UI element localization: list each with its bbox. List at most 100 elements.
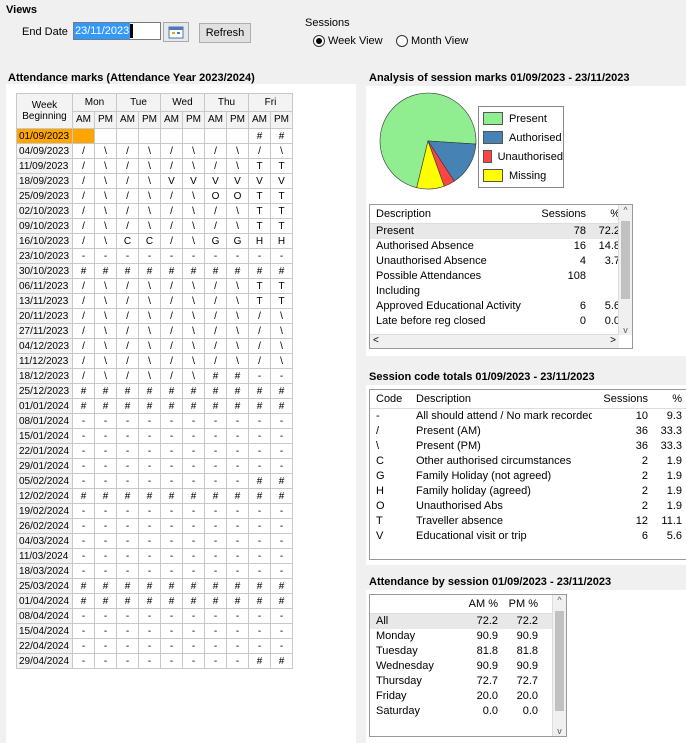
mark-cell[interactable]: # xyxy=(270,128,293,144)
week-beginning-cell[interactable]: 15/04/2024 xyxy=(16,623,73,639)
table-row[interactable]: 18/09/2023/\ / \ V V V V V V xyxy=(16,173,293,189)
mark-cell[interactable]: \ xyxy=(138,308,161,324)
mark-cell[interactable]: / xyxy=(116,203,139,219)
mark-cell[interactable]: V xyxy=(226,173,249,189)
week-beginning-cell[interactable]: 22/04/2024 xyxy=(16,638,73,654)
mark-cell[interactable]: # xyxy=(138,488,161,504)
mark-cell[interactable]: # xyxy=(204,383,227,399)
mark-cell[interactable]: / xyxy=(116,368,139,384)
mark-cell[interactable]: - xyxy=(138,428,161,444)
table-row[interactable]: Unauthorised Absence 4 3.7 xyxy=(370,254,632,269)
mark-cell[interactable]: \ xyxy=(270,338,293,354)
mark-cell[interactable]: / xyxy=(72,143,95,159)
mark-cell[interactable]: - xyxy=(182,563,205,579)
mark-cell[interactable]: # xyxy=(248,128,271,144)
mark-cell[interactable]: - xyxy=(270,623,293,639)
mark-cell[interactable]: / xyxy=(72,308,95,324)
mark-cell[interactable]: # xyxy=(270,488,293,504)
mark-cell[interactable]: - xyxy=(204,413,227,429)
mark-cell[interactable]: - xyxy=(94,653,117,669)
mark-cell[interactable]: \ xyxy=(182,233,205,249)
mark-cell[interactable]: \ xyxy=(94,278,117,294)
table-row[interactable]: 02/10/2023/\ / \ / \ / \ T T xyxy=(16,203,293,219)
mark-cell[interactable]: - xyxy=(226,248,249,264)
mark-cell[interactable]: / xyxy=(204,143,227,159)
mark-cell[interactable]: \ xyxy=(138,278,161,294)
week-view-radio[interactable]: Week View xyxy=(313,35,383,47)
mark-cell[interactable]: # xyxy=(116,383,139,399)
mark-cell[interactable] xyxy=(138,128,161,144)
week-beginning-cell[interactable]: 25/09/2023 xyxy=(16,188,73,204)
mark-cell[interactable]: \ xyxy=(94,188,117,204)
mark-cell[interactable]: - xyxy=(138,443,161,459)
mark-cell[interactable]: # xyxy=(138,593,161,609)
mark-cell[interactable]: - xyxy=(138,653,161,669)
mark-cell[interactable]: # xyxy=(204,593,227,609)
table-row[interactable]: 08/04/2024- - - - - - - - - - xyxy=(16,608,293,624)
mark-cell[interactable]: / xyxy=(72,353,95,369)
mark-cell[interactable]: - xyxy=(248,623,271,639)
mark-cell[interactable]: \ xyxy=(226,278,249,294)
table-row[interactable]: Late before reg closed 0 0.0 xyxy=(370,314,632,329)
mark-cell[interactable]: / xyxy=(160,368,183,384)
mark-cell[interactable]: / xyxy=(116,338,139,354)
mark-cell[interactable]: / xyxy=(248,353,271,369)
table-row[interactable]: 01/04/2024 # # # # # # # # # # xyxy=(16,593,293,609)
mark-cell[interactable]: - xyxy=(116,548,139,564)
mark-cell[interactable]: T xyxy=(270,188,293,204)
mark-cell[interactable]: / xyxy=(160,278,183,294)
mark-cell[interactable]: # xyxy=(94,578,117,594)
mark-cell[interactable]: \ xyxy=(182,338,205,354)
mark-cell[interactable]: - xyxy=(116,533,139,549)
scroll-left-icon[interactable]: < xyxy=(373,335,379,346)
table-row[interactable]: 19/02/2024- - - - - - - - - - xyxy=(16,503,293,519)
mark-cell[interactable]: / xyxy=(72,173,95,189)
mark-cell[interactable]: \ xyxy=(138,218,161,234)
mark-cell[interactable]: \ xyxy=(94,173,117,189)
mark-cell[interactable]: - xyxy=(72,533,95,549)
mark-cell[interactable]: - xyxy=(204,653,227,669)
mark-cell[interactable]: # xyxy=(160,488,183,504)
mark-cell[interactable]: - xyxy=(182,518,205,534)
mark-cell[interactable]: / xyxy=(160,203,183,219)
mark-cell[interactable]: \ xyxy=(94,293,117,309)
mark-cell[interactable]: \ xyxy=(226,293,249,309)
mark-cell[interactable]: - xyxy=(270,563,293,579)
mark-cell[interactable]: \ xyxy=(226,158,249,174)
mark-cell[interactable]: - xyxy=(248,443,271,459)
mark-cell[interactable]: - xyxy=(94,563,117,579)
mark-cell[interactable]: \ xyxy=(138,293,161,309)
mark-cell[interactable]: - xyxy=(72,548,95,564)
mark-cell[interactable]: - xyxy=(182,413,205,429)
mark-cell[interactable]: - xyxy=(138,638,161,654)
scroll-down-icon[interactable]: v xyxy=(553,726,566,736)
mark-cell[interactable]: - xyxy=(160,518,183,534)
mark-cell[interactable]: - xyxy=(160,533,183,549)
mark-cell[interactable]: # xyxy=(226,488,249,504)
mark-cell[interactable]: T xyxy=(248,293,271,309)
mark-cell[interactable]: # xyxy=(226,263,249,279)
mark-cell[interactable]: - xyxy=(226,563,249,579)
mark-cell[interactable]: # xyxy=(94,263,117,279)
mark-cell[interactable]: / xyxy=(160,293,183,309)
mark-cell[interactable]: - xyxy=(138,548,161,564)
mark-cell[interactable] xyxy=(182,128,205,144)
calendar-button[interactable] xyxy=(163,22,189,42)
table-row[interactable]: 26/02/2024- - - - - - - - - - xyxy=(16,518,293,534)
mark-cell[interactable]: - xyxy=(270,248,293,264)
mark-cell[interactable]: - xyxy=(160,428,183,444)
mark-cell[interactable]: # xyxy=(116,488,139,504)
table-row[interactable]: Including xyxy=(370,284,632,299)
table-row[interactable]: O Unauthorised Abs 2 1.9 xyxy=(370,499,686,514)
mark-cell[interactable]: \ xyxy=(94,158,117,174)
mark-cell[interactable]: - xyxy=(72,503,95,519)
mark-cell[interactable]: / xyxy=(160,338,183,354)
table-row[interactable]: 25/12/2023 # # # # # # # # # # xyxy=(16,383,293,399)
mark-cell[interactable]: / xyxy=(248,308,271,324)
table-row[interactable]: Tuesday 81.8 81.8 xyxy=(370,644,566,659)
mark-cell[interactable]: - xyxy=(138,608,161,624)
mark-cell[interactable]: - xyxy=(182,653,205,669)
mark-cell[interactable]: \ xyxy=(182,278,205,294)
mark-cell[interactable]: - xyxy=(116,473,139,489)
table-row[interactable]: 15/01/2024- - - - - - - - - - xyxy=(16,428,293,444)
